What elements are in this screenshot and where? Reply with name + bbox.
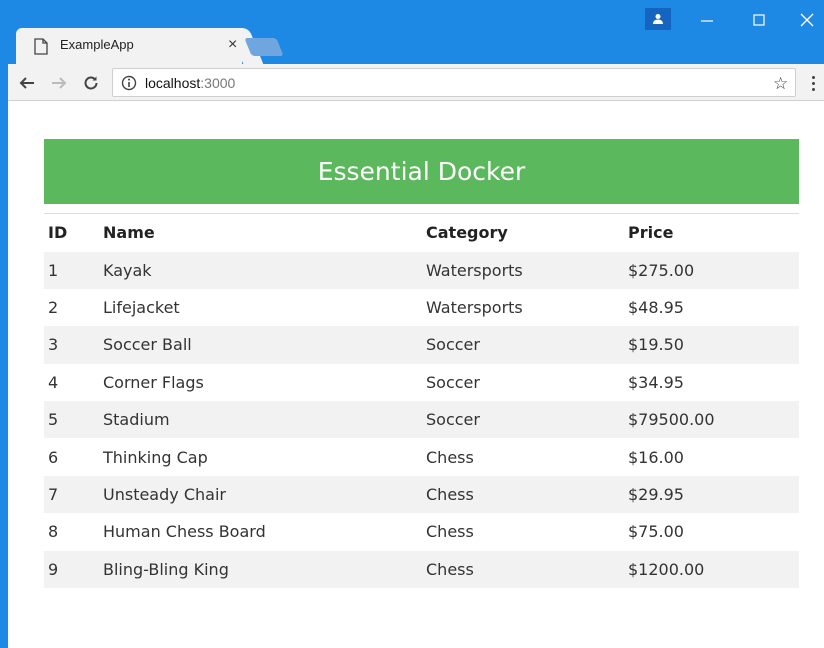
- table-row: 4 Corner Flags Soccer $34.95: [44, 364, 799, 401]
- table-row: 1 Kayak Watersports $275.00: [44, 251, 799, 289]
- cell-category: Watersports: [426, 260, 523, 280]
- table-row: 6 Thinking Cap Chess $16.00: [44, 438, 799, 475]
- reload-icon: [84, 76, 98, 90]
- cell-id: 3: [48, 335, 59, 355]
- page-banner: Essential Docker: [44, 139, 799, 204]
- maximize-icon[interactable]: [749, 12, 769, 28]
- cell-id: 8: [48, 522, 59, 542]
- table-row: 2 Lifejacket Watersports $48.95: [44, 289, 799, 326]
- table-row: 5 Stadium Soccer $79500.00: [44, 401, 799, 439]
- url-host: localhost: [145, 75, 201, 91]
- cell-name: Lifejacket: [103, 298, 180, 318]
- cell-id: 9: [48, 559, 59, 579]
- header-id: ID: [44, 213, 99, 252]
- cell-price: $79500.00: [628, 410, 715, 430]
- cell-price: $34.95: [628, 372, 684, 392]
- back-button[interactable]: [16, 72, 38, 94]
- cell-category: Soccer: [426, 410, 480, 430]
- minimize-icon[interactable]: [697, 12, 717, 28]
- cell-name: Soccer Ball: [103, 335, 192, 355]
- cell-price: $16.00: [628, 447, 684, 467]
- table-header-row: ID Name Category Price: [44, 213, 799, 252]
- cell-name: Unsteady Chair: [103, 485, 226, 505]
- cell-price: $75.00: [628, 522, 684, 542]
- cell-category: Chess: [426, 447, 474, 467]
- url-text[interactable]: localhost:3000: [145, 75, 235, 91]
- forward-button[interactable]: [48, 72, 70, 94]
- table-row: 7 Unsteady Chair Chess $29.95: [44, 475, 799, 514]
- browser-titlebar: ExampleApp ×: [0, 0, 824, 64]
- cell-id: 5: [48, 410, 59, 430]
- browser-toolbar: localhost:3000 ☆: [8, 64, 824, 101]
- table-row: 3 Soccer Ball Soccer $19.50: [44, 326, 799, 364]
- cell-category: Chess: [426, 485, 474, 505]
- table-row: 8 Human Chess Board Chess $75.00: [44, 513, 799, 550]
- header-category: Category: [422, 213, 624, 252]
- cell-name: Stadium: [103, 410, 170, 430]
- cell-category: Chess: [426, 559, 474, 579]
- cell-id: 1: [48, 260, 59, 280]
- header-price: Price: [624, 213, 799, 252]
- cell-name: Bling-Bling King: [103, 559, 229, 579]
- window-frame: [0, 0, 8, 648]
- cell-category: Chess: [426, 522, 474, 542]
- cell-name: Kayak: [103, 260, 152, 280]
- bookmark-star-icon[interactable]: ☆: [773, 74, 788, 94]
- page-icon: [34, 38, 48, 55]
- cell-name: Human Chess Board: [103, 522, 266, 542]
- cell-price: $1200.00: [628, 559, 705, 579]
- info-icon[interactable]: [121, 75, 137, 91]
- cell-name: Corner Flags: [103, 372, 204, 392]
- cell-price: $19.50: [628, 335, 684, 355]
- cell-category: Watersports: [426, 298, 523, 318]
- cell-category: Soccer: [426, 372, 480, 392]
- products-table: ID Name Category Price 1 Kayak Watersports…: [44, 213, 799, 589]
- header-name: Name: [99, 213, 422, 252]
- cell-id: 4: [48, 372, 59, 392]
- tab-close-icon[interactable]: ×: [228, 36, 237, 54]
- table-row: 9 Bling-Bling King Chess $1200.00: [44, 550, 799, 589]
- url-port: :3000: [200, 75, 236, 91]
- arrow-right-icon: [52, 77, 67, 89]
- cell-id: 6: [48, 447, 59, 467]
- cell-category: Soccer: [426, 335, 480, 355]
- new-tab-button[interactable]: [244, 38, 284, 56]
- cell-price: $29.95: [628, 485, 684, 505]
- menu-kebab-icon[interactable]: [808, 72, 818, 94]
- cell-price: $48.95: [628, 298, 684, 318]
- browser-tab[interactable]: ExampleApp ×: [16, 28, 242, 64]
- tab-title: ExampleApp: [60, 37, 134, 52]
- close-window-icon[interactable]: [797, 12, 817, 28]
- page-title: Essential Docker: [317, 157, 526, 186]
- cell-id: 7: [48, 485, 59, 505]
- cell-price: $275.00: [628, 260, 695, 280]
- reload-button[interactable]: [80, 72, 102, 94]
- arrow-left-icon: [19, 77, 34, 89]
- cell-id: 2: [48, 298, 59, 318]
- cell-name: Thinking Cap: [103, 447, 208, 467]
- profile-button[interactable]: [645, 8, 671, 30]
- user-icon: [653, 14, 663, 24]
- address-bar[interactable]: localhost:3000 ☆: [112, 68, 796, 97]
